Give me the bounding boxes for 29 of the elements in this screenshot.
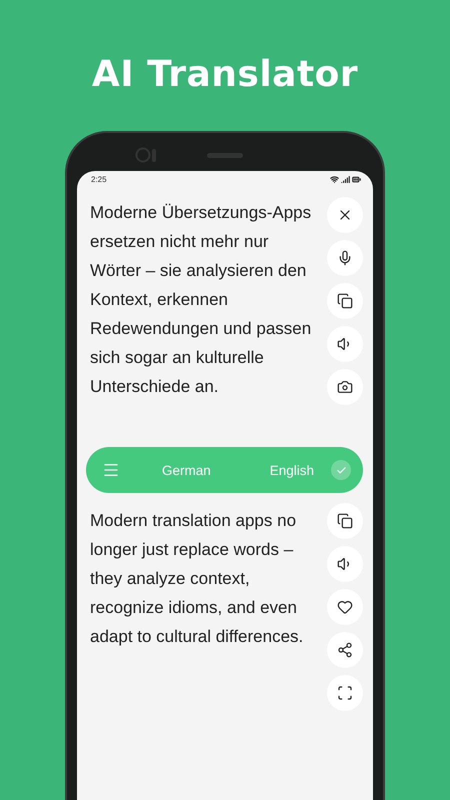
share-button[interactable] [327, 632, 363, 668]
headline: AI Translator [92, 54, 358, 95]
speaker-button[interactable] [327, 326, 363, 362]
copy-button[interactable] [327, 283, 363, 319]
copy-button[interactable] [327, 503, 363, 539]
camera-icon [135, 147, 157, 163]
favorite-button[interactable] [327, 589, 363, 625]
microphone-button[interactable] [327, 240, 363, 276]
copy-icon [337, 293, 353, 309]
check-button[interactable] [331, 460, 351, 480]
status-time: 2:25 [91, 174, 107, 184]
copy-icon [337, 513, 353, 529]
signal-icon [341, 174, 350, 184]
speaker-grille-icon [207, 153, 243, 159]
wifi-icon [330, 174, 339, 184]
favorite-icon [337, 599, 353, 615]
source-text: Moderne Übersetzungs-Apps ersetzen nicht mehr nur Wörter – sie analysieren den Kontext, erkennen Redewendungen und passen sich sogar an kulturelle Unterschiede an. [90, 202, 312, 398]
microphone-icon [337, 250, 353, 266]
check-icon [336, 464, 346, 476]
target-language[interactable]: English [270, 462, 314, 478]
battery-icon [352, 174, 361, 184]
menu-icon [102, 461, 120, 479]
camera-button[interactable] [327, 369, 363, 405]
share-icon [337, 642, 353, 658]
fullscreen-icon [337, 685, 353, 701]
speaker-button[interactable] [327, 546, 363, 582]
source-language[interactable]: German [162, 462, 211, 478]
translated-text: Modern translation apps no longer just replace words – they analyze context, recognize idioms, and even adapt to cultural differences. [90, 510, 304, 648]
camera-icon [337, 379, 353, 395]
